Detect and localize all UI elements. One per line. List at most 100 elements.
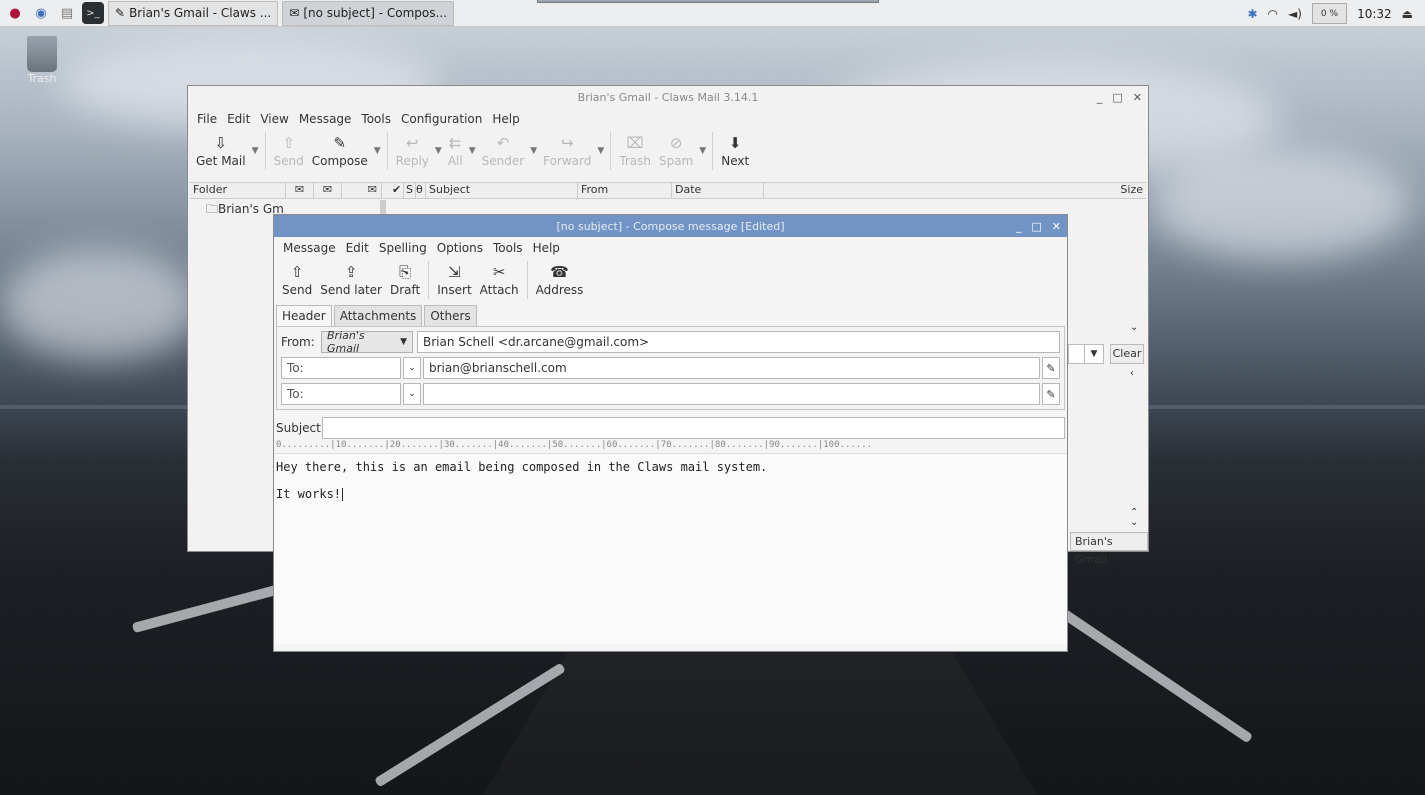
column-date[interactable]: Date [672, 183, 764, 198]
raspberry-menu-icon[interactable]: ● [4, 2, 26, 24]
reply-all-button[interactable]: ⇇ All [444, 132, 467, 168]
task-compose-window[interactable]: ✉ [no subject] - Compos... [282, 0, 454, 26]
chevron-down-icon[interactable]: ▼ [595, 146, 606, 156]
column-mark[interactable]: ✔ [392, 183, 404, 198]
menu-configuration[interactable]: Configuration [396, 112, 487, 126]
trash-label: Trash [27, 72, 57, 85]
from-label: From: [281, 335, 315, 349]
terminal-icon[interactable]: >_ [82, 2, 104, 24]
column-new[interactable]: ✉ [314, 183, 342, 198]
search-dropdown-button[interactable]: ▼ [1084, 344, 1104, 364]
task-main-window[interactable]: ✎ Brian's Gmail - Claws ... [108, 0, 279, 26]
chevron-down-icon[interactable]: ⌄ [1130, 322, 1138, 333]
chevron-down-icon[interactable]: ▼ [250, 146, 261, 156]
folder-column-header[interactable]: Folder [190, 183, 286, 198]
maximize-icon[interactable]: □ [1112, 91, 1122, 104]
get-mail-button[interactable]: ⇩ Get Mail [192, 132, 250, 168]
menu-message[interactable]: Message [294, 112, 357, 126]
subject-label: Subject: [276, 421, 325, 435]
spam-button[interactable]: ⊘ Spam [655, 132, 697, 168]
from-account-value: Brian's Gmail [327, 329, 365, 355]
close-icon[interactable]: ✕ [1133, 91, 1142, 104]
file-manager-icon[interactable]: ▤ [56, 2, 78, 24]
from-account-select[interactable]: Brian's Gmail ▼ [321, 329, 413, 355]
menu-help[interactable]: Help [528, 241, 565, 255]
chevron-down-icon[interactable]: ▼ [467, 146, 478, 156]
menu-message[interactable]: Message [278, 241, 341, 255]
column-unread[interactable]: ✉ [286, 183, 314, 198]
draft-button[interactable]: ⎘ Draft [386, 261, 424, 297]
column-status[interactable]: S [404, 183, 416, 198]
column-size[interactable]: Size [1116, 183, 1146, 198]
column-subject[interactable]: Subject [426, 183, 578, 198]
scroll-arrows-icon[interactable]: ⌃ ⌄ [1130, 508, 1138, 528]
chevron-left-icon[interactable]: ‹ [1130, 368, 1134, 379]
get-mail-label: Get Mail [196, 154, 246, 168]
chevron-down-icon[interactable]: ▼ [697, 146, 708, 156]
column-ruler: 0.........|10.......|20.......|30.......… [274, 440, 1067, 454]
recipient-type-select-1[interactable]: To: [281, 357, 401, 379]
trash-desktop-icon[interactable]: Trash [22, 36, 62, 85]
menu-edit[interactable]: Edit [222, 112, 255, 126]
from-address-field[interactable]: Brian Schell <dr.arcane@gmail.com> [417, 331, 1060, 353]
column-attachment-icon[interactable]: θ [416, 183, 426, 198]
clear-button[interactable]: Clear [1110, 344, 1144, 364]
menu-view[interactable]: View [255, 112, 293, 126]
compose-window: [no subject] - Compose message [Edited] … [273, 214, 1068, 652]
browser-icon[interactable]: ◉ [30, 2, 52, 24]
address-book-button[interactable]: ☎ Address [532, 261, 588, 297]
reply-sender-button[interactable]: ↶ Sender [478, 132, 529, 168]
message-body-editor[interactable]: Hey there, this is an email being compos… [274, 454, 1067, 644]
close-icon[interactable]: ✕ [1052, 220, 1061, 233]
chevron-down-icon[interactable]: ▼ [433, 146, 444, 156]
menu-help[interactable]: Help [487, 112, 524, 126]
menu-edit[interactable]: Edit [341, 241, 374, 255]
chevron-down-icon[interactable]: ▼ [528, 146, 539, 156]
column-from[interactable]: From [578, 183, 672, 198]
menu-file[interactable]: File [192, 112, 222, 126]
column-total[interactable]: ✉ [342, 183, 382, 198]
tab-attachments[interactable]: Attachments [333, 305, 423, 326]
bluetooth-icon[interactable]: ✱ [1247, 7, 1257, 21]
minimize-icon[interactable]: _ [1016, 220, 1022, 233]
send-button[interactable]: ⇧ Send [278, 261, 316, 297]
compose-button[interactable]: ✎ Compose [308, 132, 372, 168]
chevron-down-icon[interactable]: ▼ [372, 146, 383, 156]
menu-options[interactable]: Options [432, 241, 488, 255]
trash-button[interactable]: ⌧ Trash [615, 132, 655, 168]
next-button[interactable]: ⬇ Next [717, 132, 753, 168]
attach-button[interactable]: ✂ Attach [476, 261, 523, 297]
tab-header[interactable]: Header [276, 305, 332, 326]
recipient-field-1[interactable]: brian@brianschell.com [423, 357, 1040, 379]
recipient-type-select-2[interactable]: To: [281, 383, 401, 405]
send-queued-button[interactable]: ⇧ Send [270, 132, 308, 168]
maximize-icon[interactable]: □ [1031, 220, 1041, 233]
minimize-icon[interactable]: _ [1097, 91, 1103, 104]
recipient-type-dropdown-2[interactable]: ⌄ [403, 383, 421, 405]
body-line: It works! [276, 487, 342, 501]
menu-spelling[interactable]: Spelling [374, 241, 432, 255]
send-later-button[interactable]: ⇪ Send later [316, 261, 386, 297]
recipient-type-dropdown-1[interactable]: ⌄ [403, 357, 421, 379]
menu-tools[interactable]: Tools [488, 241, 528, 255]
trash-label: Trash [619, 154, 652, 168]
send-later-label: Send later [320, 283, 382, 297]
menu-tools[interactable]: Tools [356, 112, 396, 126]
main-titlebar[interactable]: Brian's Gmail - Claws Mail 3.14.1 _ □ ✕ [188, 86, 1148, 108]
address-picker-icon[interactable]: ✎ [1042, 383, 1060, 405]
wifi-icon[interactable]: ◠ [1268, 7, 1278, 21]
recipient-field-2[interactable] [423, 383, 1040, 405]
address-picker-icon[interactable]: ✎ [1042, 357, 1060, 379]
reply-button[interactable]: ↩ Reply [392, 132, 433, 168]
volume-icon[interactable]: ◄) [1288, 7, 1302, 21]
subject-field[interactable] [322, 417, 1065, 439]
tab-others[interactable]: Others [424, 305, 477, 326]
forward-button[interactable]: ↪ Forward [539, 132, 595, 168]
reply-all-icon: ⇇ [448, 134, 462, 152]
insert-button[interactable]: ⇲ Insert [433, 261, 475, 297]
address-book-icon: ☎ [550, 263, 569, 281]
compose-titlebar[interactable]: [no subject] - Compose message [Edited] … [274, 215, 1067, 237]
eject-icon[interactable]: ⏏ [1402, 7, 1413, 21]
recipient-type-value: To: [287, 387, 304, 401]
chevron-down-icon: ▼ [400, 337, 407, 347]
